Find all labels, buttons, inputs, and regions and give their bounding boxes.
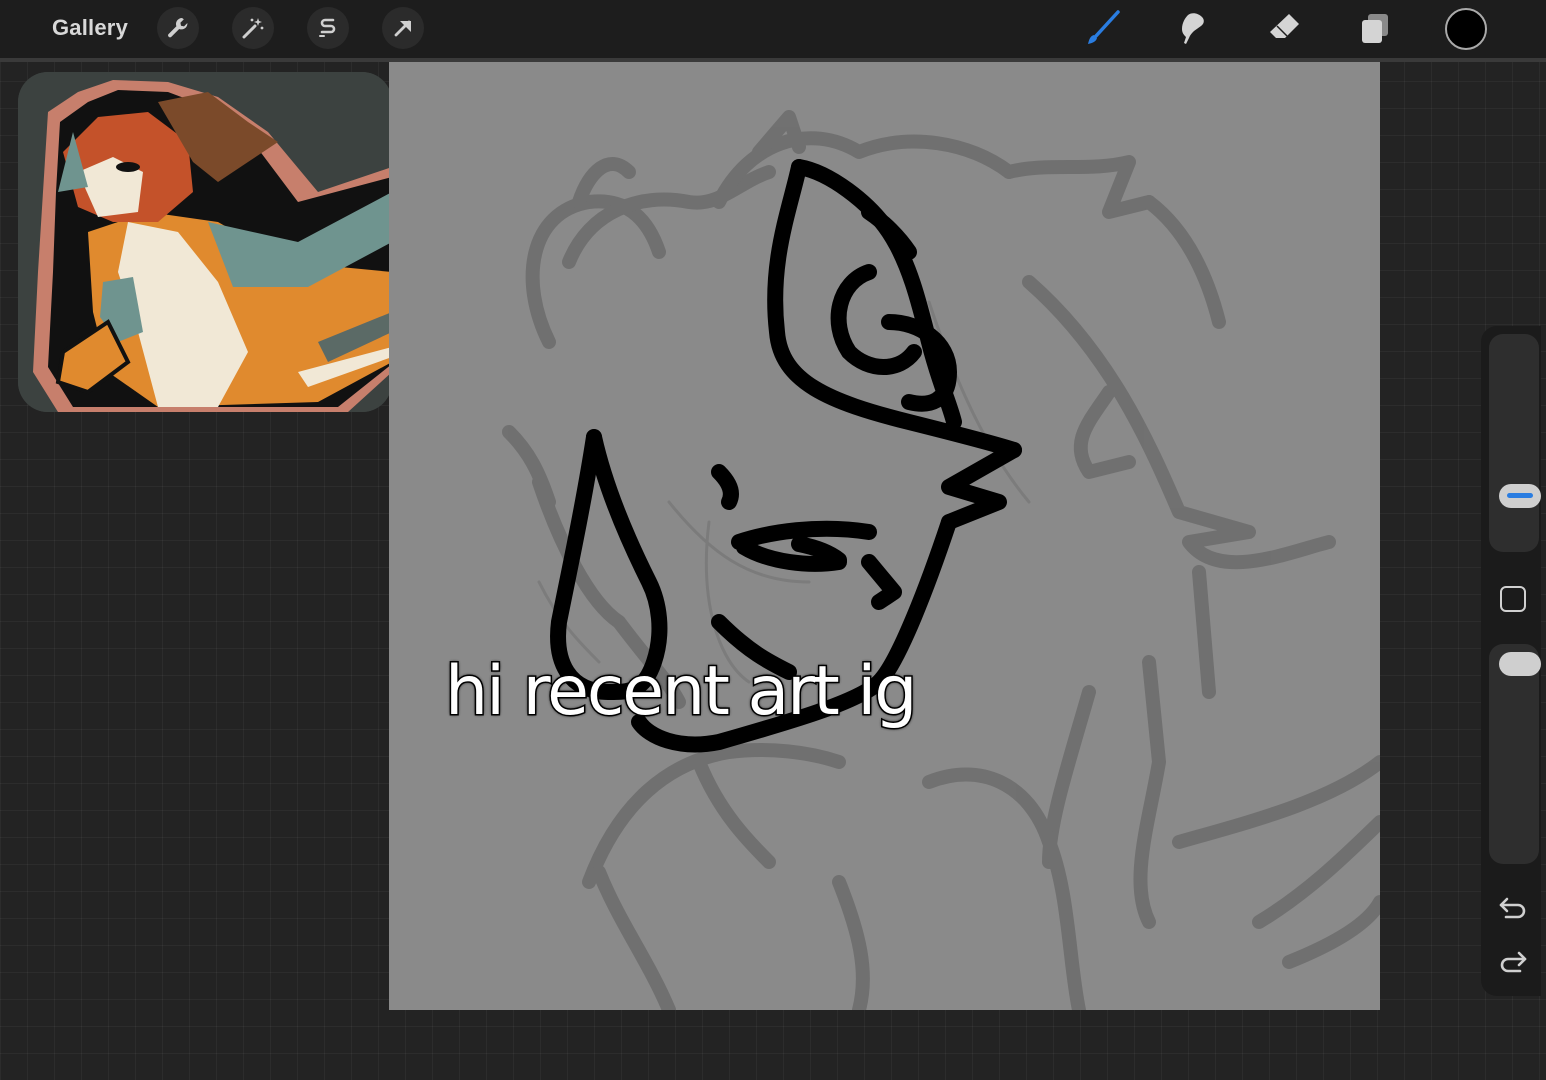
- selection-s-icon: [319, 18, 336, 37]
- undo-arrow-icon: [1499, 897, 1526, 919]
- eraser-tool-button[interactable]: [1264, 8, 1304, 48]
- brush-tool-button[interactable]: [1083, 8, 1123, 48]
- opacity-thumb[interactable]: [1499, 652, 1541, 676]
- layers-icon: [1362, 14, 1388, 43]
- brush-size-slider[interactable]: [1489, 334, 1541, 552]
- sketch-layer: [502, 110, 1380, 1010]
- transform-button[interactable]: [382, 7, 424, 49]
- redo-arrow-icon: [1500, 951, 1527, 973]
- undo-button[interactable]: [1495, 892, 1531, 924]
- brush-icon: [1088, 10, 1120, 44]
- brush-size-indicator: [1507, 493, 1533, 498]
- redo-button[interactable]: [1495, 946, 1531, 978]
- modify-button[interactable]: [1500, 586, 1526, 612]
- smudge-tool-button[interactable]: [1173, 8, 1213, 48]
- side-toolbar: [1481, 326, 1541, 996]
- drawing-canvas[interactable]: [389, 62, 1380, 1010]
- selection-button[interactable]: [307, 7, 349, 49]
- reference-artwork-image: [18, 72, 392, 412]
- actions-button[interactable]: [157, 7, 199, 49]
- gallery-button[interactable]: Gallery: [52, 15, 128, 41]
- eraser-icon: [1270, 14, 1299, 38]
- layers-button[interactable]: [1355, 8, 1395, 48]
- wrench-icon: [168, 17, 188, 38]
- brush-size-thumb[interactable]: [1499, 484, 1541, 508]
- top-toolbar: Gallery: [0, 0, 1546, 62]
- opacity-slider[interactable]: [1489, 644, 1541, 864]
- reference-image-window[interactable]: [18, 72, 392, 412]
- transform-arrow-icon: [394, 20, 411, 37]
- smudge-icon: [1182, 13, 1204, 44]
- caption-text: hi recent art ig: [443, 651, 918, 733]
- magic-wand-icon: [242, 18, 264, 39]
- color-picker-button[interactable]: [1445, 8, 1487, 50]
- adjustments-button[interactable]: [232, 7, 274, 49]
